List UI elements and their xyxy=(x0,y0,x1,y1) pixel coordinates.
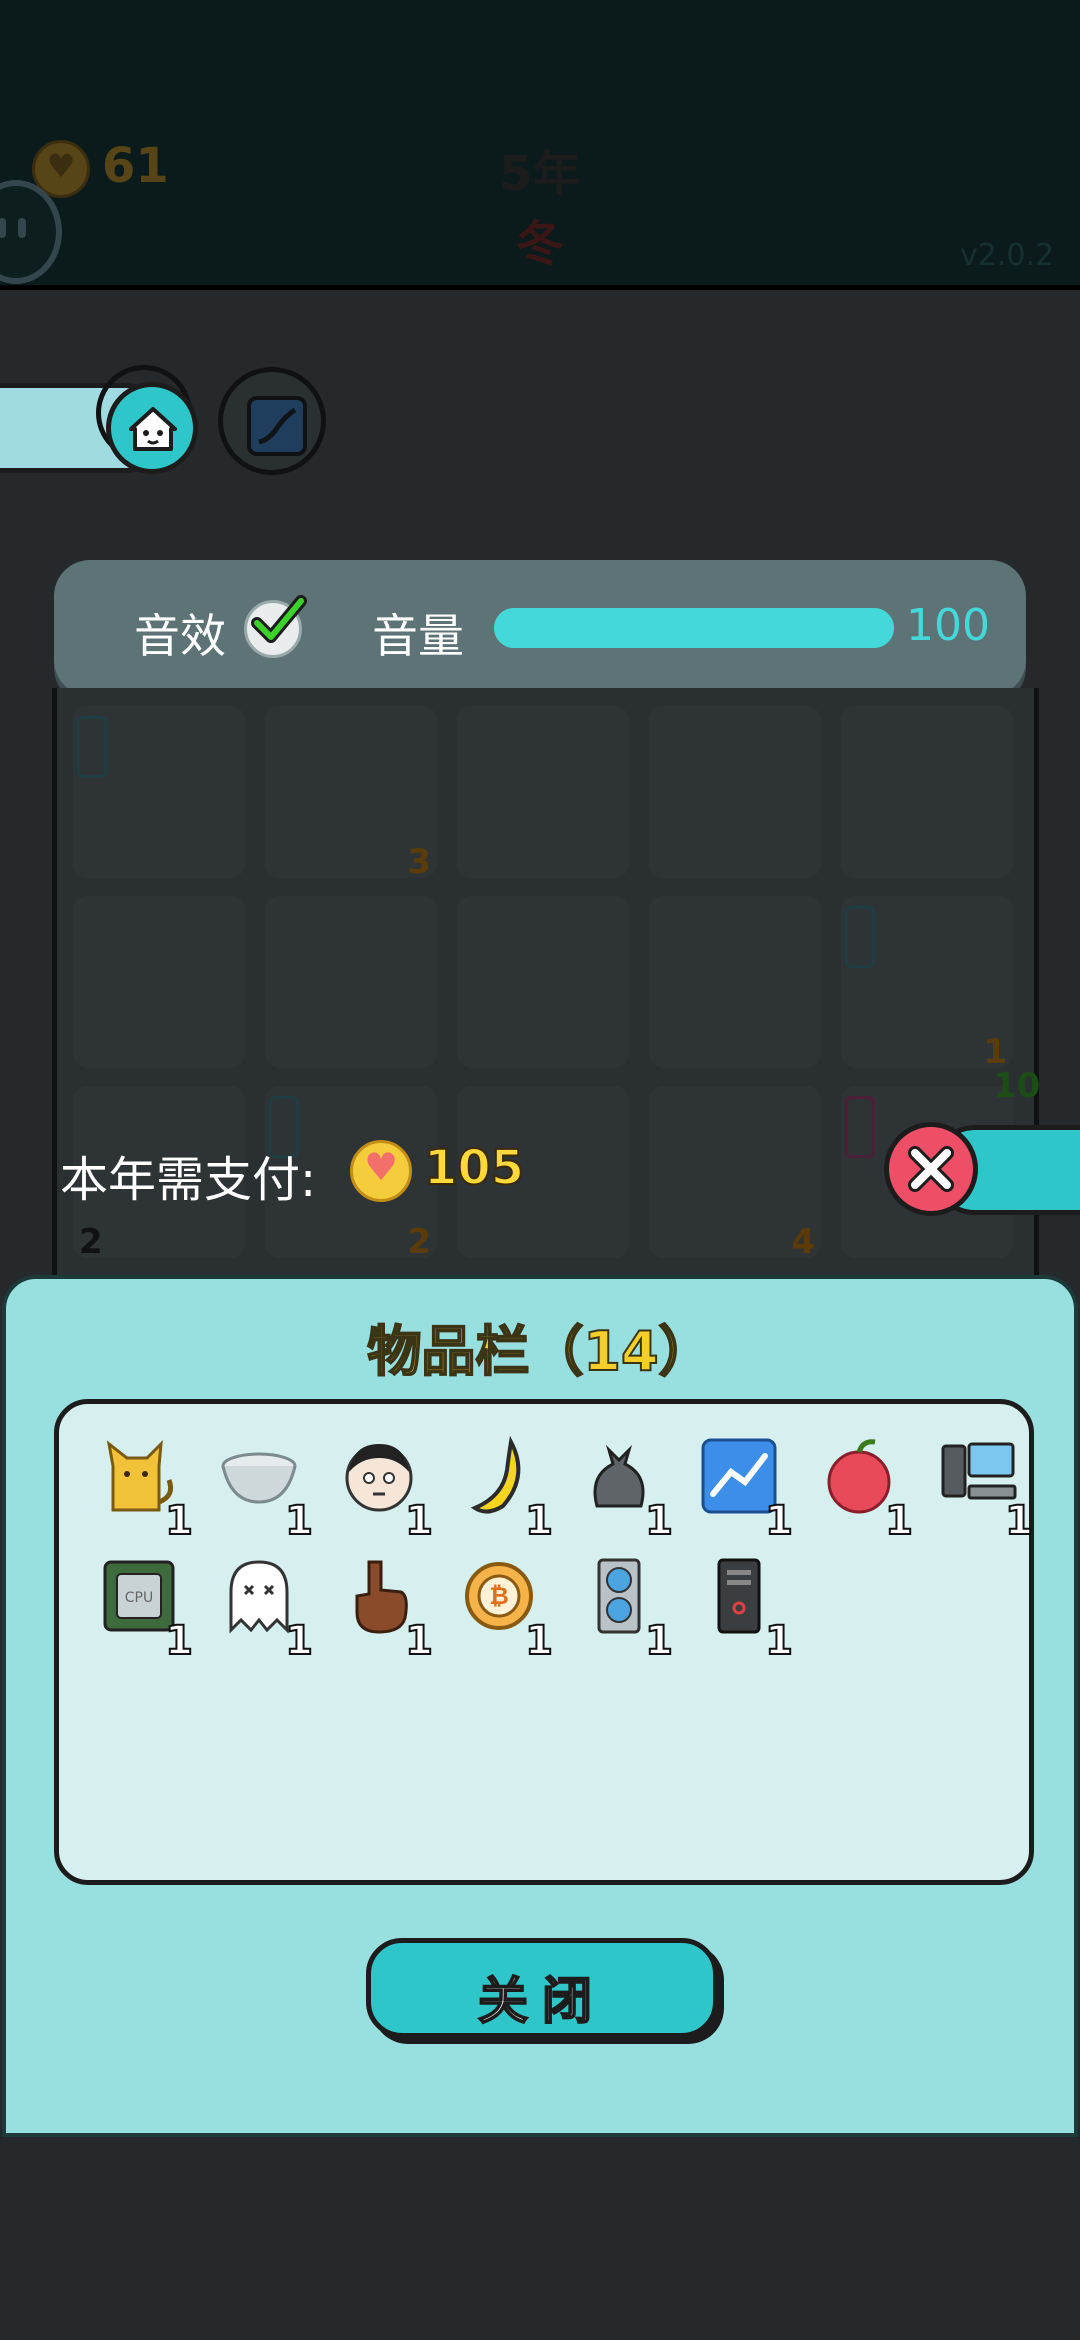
volume-fill xyxy=(494,608,894,648)
item-quantity: 1 xyxy=(764,1497,794,1545)
board-cell xyxy=(73,706,245,878)
trend-icon xyxy=(247,396,307,456)
inventory-item[interactable]: 1 xyxy=(803,1428,914,1545)
item-quantity: 1 xyxy=(644,1497,674,1545)
inventory-item[interactable]: 1 xyxy=(683,1428,794,1545)
inventory-item[interactable]: 1 xyxy=(83,1428,194,1545)
item-quantity: 1 xyxy=(284,1497,314,1545)
item-quantity: 1 xyxy=(764,1617,794,1665)
coin-count: 61 xyxy=(102,138,169,194)
svg-text:CPU: CPU xyxy=(125,1590,153,1606)
cell-tag xyxy=(845,1096,875,1158)
board-cell: 3 xyxy=(265,706,437,882)
cell-count: 2 xyxy=(407,1222,431,1262)
cell-tag xyxy=(845,906,875,968)
board-cell xyxy=(457,706,629,878)
inventory-item[interactable]: 1 xyxy=(563,1548,674,1665)
item-quantity: 1 xyxy=(164,1497,194,1545)
item-quantity: 1 xyxy=(164,1617,194,1665)
board-cell: 1 xyxy=(841,896,1013,1072)
cell-count: 2 xyxy=(79,1222,103,1262)
board-cell xyxy=(649,706,821,878)
stats-button[interactable] xyxy=(218,367,326,475)
close-button[interactable] xyxy=(884,1122,978,1216)
board-cell xyxy=(841,706,1013,878)
inventory-item[interactable]: 1 xyxy=(203,1548,314,1665)
checkmark-icon xyxy=(251,595,307,643)
settings-strip: 音效 音量 100 xyxy=(54,560,1026,696)
volume-label: 音量 xyxy=(372,609,464,663)
payment-label: 本年需支付: xyxy=(60,1152,317,1208)
season-label: 冬 xyxy=(515,216,564,272)
sound-effects-label: 音效 xyxy=(134,609,226,663)
inventory-item[interactable]: CPU 1 xyxy=(83,1548,194,1665)
volume-slider[interactable] xyxy=(494,608,894,648)
game-board: 3 1 2 2 4 10 xyxy=(52,688,1041,1303)
inventory-panel: 物品栏（14） 1 1 1 1 1 1 1 1 CPU 1 1 1 ₿ 1 1 1 关闭 xyxy=(2,1275,1078,2137)
item-quantity: 1 xyxy=(524,1497,554,1545)
board-cell xyxy=(457,896,629,1068)
version-label: v2.0.2 xyxy=(960,238,1055,273)
home-button[interactable] xyxy=(106,382,198,474)
avatar-eye xyxy=(0,218,6,238)
cell-count: 10 xyxy=(993,1066,1041,1106)
coin-icon xyxy=(350,1140,412,1202)
inventory-item[interactable]: 1 xyxy=(563,1428,674,1545)
inventory-item[interactable]: ₿ 1 xyxy=(443,1548,554,1665)
item-quantity: 1 xyxy=(644,1617,674,1665)
sound-effects-toggle[interactable] xyxy=(244,595,307,658)
inventory-title: 物品栏（14） xyxy=(366,1319,713,1384)
year-label: 5年 xyxy=(499,146,581,202)
top-header: 61 5年 冬 v2.0.2 xyxy=(0,0,1080,290)
item-quantity: 1 xyxy=(404,1497,434,1545)
inventory-item[interactable]: 1 xyxy=(323,1548,434,1665)
inventory-item[interactable]: 1 xyxy=(923,1428,1034,1545)
board-cell: 4 xyxy=(649,1086,821,1262)
board-cell xyxy=(73,896,245,1068)
close-icon xyxy=(908,1146,954,1192)
board-cell xyxy=(265,896,437,1068)
inventory-grid: 1 1 1 1 1 1 1 1 CPU 1 1 1 ₿ 1 1 1 xyxy=(54,1399,1034,1885)
inventory-close-button[interactable]: 关闭 xyxy=(366,1938,718,2038)
item-quantity: 1 xyxy=(524,1617,554,1665)
svg-text:₿: ₿ xyxy=(489,1582,509,1610)
inventory-item[interactable]: 1 xyxy=(203,1428,314,1545)
cell-count: 4 xyxy=(791,1222,815,1262)
volume-value: 100 xyxy=(906,600,990,651)
inventory-close-label: 关闭 xyxy=(477,1971,606,2031)
inventory-item[interactable]: 1 xyxy=(323,1428,434,1545)
item-quantity: 1 xyxy=(284,1617,314,1665)
home-icon xyxy=(129,407,177,451)
cell-count: 3 xyxy=(407,842,431,882)
board-cell xyxy=(649,896,821,1068)
item-quantity: 1 xyxy=(1004,1497,1034,1545)
payment-amount: 105 xyxy=(423,1139,525,1197)
avatar-eye xyxy=(18,218,26,238)
item-quantity: 1 xyxy=(404,1617,434,1665)
cell-tag xyxy=(77,716,107,778)
inventory-item[interactable]: 1 xyxy=(443,1428,554,1545)
inventory-item[interactable]: 1 xyxy=(683,1548,794,1665)
item-quantity: 1 xyxy=(884,1497,914,1545)
